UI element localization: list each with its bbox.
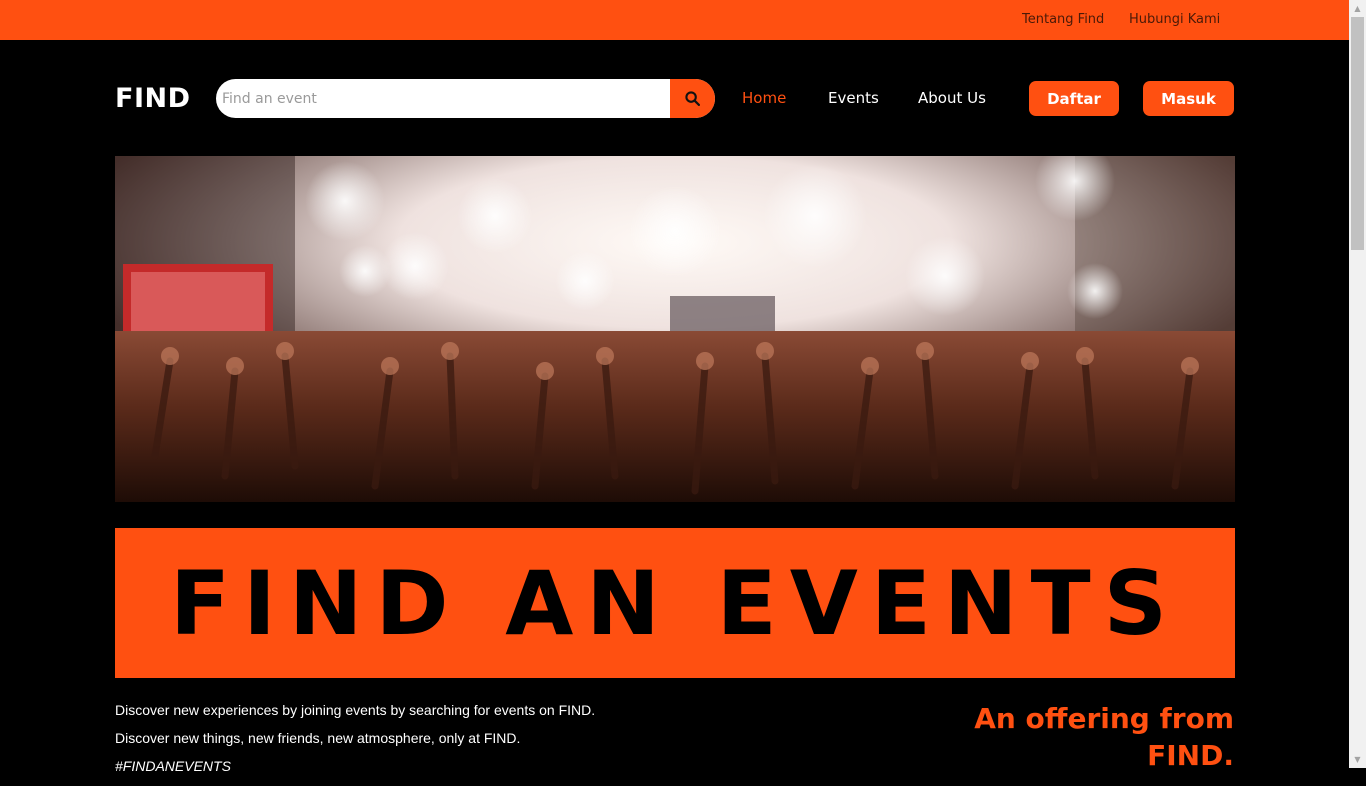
headline-title: FIND AN EVENTS bbox=[170, 551, 1180, 655]
headline-banner: FIND AN EVENTS bbox=[115, 528, 1235, 678]
scroll-down-icon[interactable]: ▼ bbox=[1349, 751, 1366, 768]
site-logo[interactable]: FIND bbox=[115, 83, 191, 114]
search-bar bbox=[216, 79, 715, 118]
search-input[interactable] bbox=[216, 79, 670, 118]
hero-image bbox=[115, 156, 1235, 502]
nav-about-us[interactable]: About Us bbox=[918, 89, 986, 107]
page-scrollbar[interactable]: ▲ ▼ bbox=[1349, 0, 1366, 768]
search-icon bbox=[685, 91, 700, 106]
scroll-up-icon[interactable]: ▲ bbox=[1349, 0, 1366, 17]
nav-home[interactable]: Home bbox=[742, 89, 786, 107]
about-find-link[interactable]: Tentang Find bbox=[1022, 12, 1104, 27]
nav-events[interactable]: Events bbox=[828, 89, 879, 107]
intro-line-2: Discover new things, new friends, new at… bbox=[115, 730, 521, 746]
top-bar: Tentang Find Hubungi Kami bbox=[0, 0, 1349, 40]
intro-text: Discover new experiences by joining even… bbox=[115, 702, 595, 786]
contact-us-link[interactable]: Hubungi Kami bbox=[1129, 12, 1220, 27]
intro-line-1: Discover new experiences by joining even… bbox=[115, 702, 596, 718]
hashtag: #FINDANEVENTS bbox=[115, 758, 231, 774]
search-button[interactable] bbox=[670, 79, 715, 118]
register-button[interactable]: Daftar bbox=[1029, 81, 1119, 116]
offering-heading: An offering from FIND. bbox=[974, 702, 1234, 772]
login-button[interactable]: Masuk bbox=[1143, 81, 1234, 116]
scrollbar-thumb[interactable] bbox=[1351, 17, 1364, 250]
